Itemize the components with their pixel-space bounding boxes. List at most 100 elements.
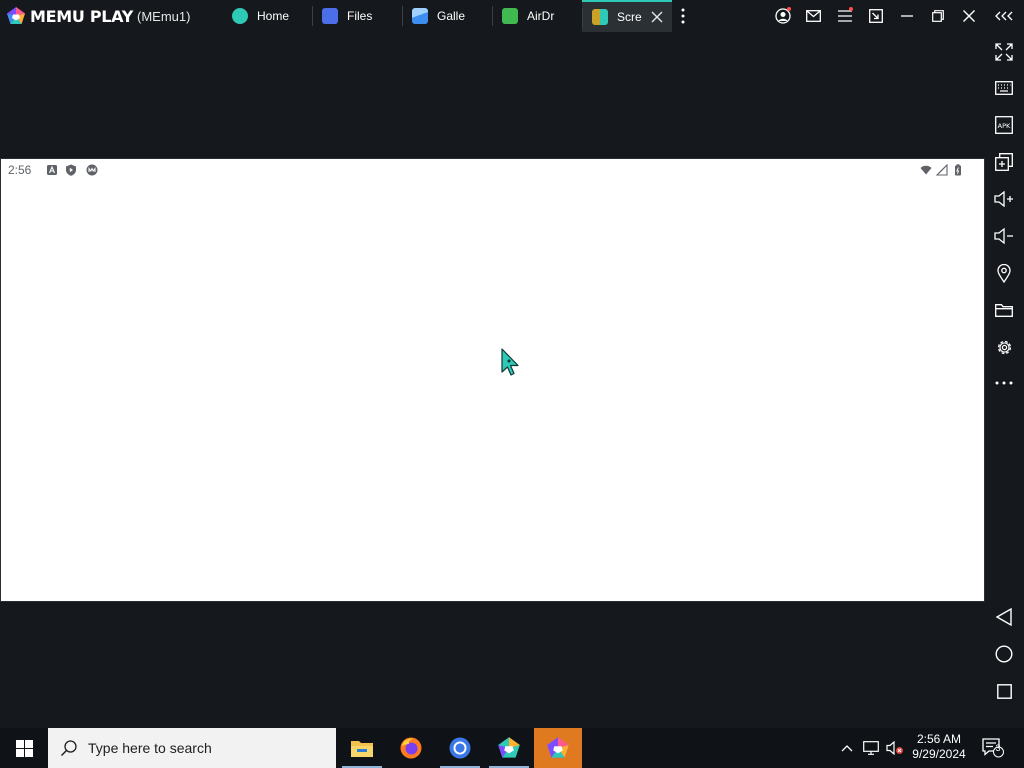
memu-logo-icon bbox=[7, 7, 25, 24]
android-back-button[interactable] bbox=[992, 605, 1016, 629]
menu-button[interactable] bbox=[829, 0, 860, 32]
tab-label: Home bbox=[257, 9, 290, 23]
tab-airdroid[interactable]: AirDr bbox=[492, 0, 582, 32]
add-window-icon bbox=[995, 153, 1013, 171]
show-hidden-icons-button[interactable] bbox=[838, 728, 856, 768]
android-recents-button[interactable] bbox=[992, 679, 1016, 703]
svg-text:APK: APK bbox=[998, 122, 1011, 130]
status-time: 2:56 bbox=[8, 163, 32, 177]
taskbar-clock[interactable]: 2:56 AM 9/29/2024 bbox=[900, 728, 978, 768]
taskbar-file-explorer[interactable] bbox=[338, 728, 386, 768]
network-icon bbox=[863, 741, 879, 755]
close-window-button[interactable] bbox=[953, 0, 984, 32]
keyboard-icon bbox=[995, 81, 1013, 95]
files-app-icon bbox=[322, 8, 338, 24]
restore-button[interactable] bbox=[922, 0, 953, 32]
mail-icon bbox=[806, 10, 821, 22]
menu-badge bbox=[849, 7, 853, 11]
taskbar-memu-play[interactable] bbox=[534, 728, 582, 768]
volume-down-button[interactable] bbox=[992, 224, 1016, 248]
close-icon bbox=[962, 10, 975, 22]
tab-label: Files bbox=[347, 9, 373, 23]
memu-play-icon bbox=[547, 737, 569, 758]
android-screen[interactable]: 2:56 bbox=[0, 158, 985, 602]
install-apk-button[interactable]: APK bbox=[992, 113, 1016, 137]
minimize-button[interactable] bbox=[891, 0, 922, 32]
taskbar-chrome[interactable] bbox=[436, 728, 484, 768]
recents-square-icon bbox=[996, 683, 1012, 699]
search-icon bbox=[60, 740, 77, 757]
window-controls bbox=[767, 0, 1024, 32]
location-pin-icon bbox=[997, 263, 1011, 283]
gear-icon bbox=[997, 340, 1011, 354]
shared-folder-button[interactable] bbox=[992, 298, 1016, 322]
battery-icon bbox=[955, 164, 961, 176]
volume-up-button[interactable] bbox=[992, 187, 1016, 211]
mail-button[interactable] bbox=[798, 0, 829, 32]
tab-gallery[interactable]: Galle bbox=[402, 0, 492, 32]
more-vertical-icon bbox=[681, 8, 685, 24]
multi-window-button[interactable] bbox=[860, 0, 891, 32]
chevron-up-icon bbox=[841, 745, 853, 752]
emulator-toolbar: APK bbox=[984, 32, 1024, 728]
start-button[interactable] bbox=[0, 728, 48, 768]
settings-button[interactable] bbox=[992, 335, 1016, 359]
tab-home[interactable]: Home bbox=[222, 0, 312, 32]
search-placeholder: Type here to search bbox=[88, 740, 212, 756]
tab-screen[interactable]: Scre bbox=[582, 0, 672, 32]
cursor-icon bbox=[501, 348, 519, 376]
home-circle-icon bbox=[995, 645, 1013, 663]
memu-multi-instance-icon bbox=[498, 737, 520, 758]
android-home-button[interactable] bbox=[992, 642, 1016, 666]
a-notification-icon bbox=[47, 165, 57, 175]
close-tab-icon[interactable] bbox=[650, 10, 664, 24]
taskbar-search[interactable]: Type here to search bbox=[48, 728, 336, 768]
location-button[interactable] bbox=[992, 261, 1016, 285]
folder-icon bbox=[995, 303, 1013, 317]
expand-icon bbox=[995, 43, 1013, 61]
tab-label: AirDr bbox=[527, 9, 555, 23]
home-app-icon bbox=[232, 8, 248, 24]
shield-play-icon bbox=[66, 164, 76, 176]
picture-in-picture-icon bbox=[868, 9, 883, 23]
memu-status-icon bbox=[86, 164, 98, 176]
tab-label: Scre bbox=[617, 10, 642, 24]
multi-instance-button[interactable] bbox=[992, 150, 1016, 174]
fullscreen-button[interactable] bbox=[992, 40, 1016, 64]
volume-up-icon bbox=[994, 191, 1013, 207]
screen-app-icon bbox=[592, 9, 608, 25]
back-triangle-icon bbox=[996, 608, 1012, 626]
windows-logo-icon bbox=[15, 739, 33, 757]
instance-name: (MEmu1) bbox=[137, 8, 191, 24]
tab-menu-button[interactable] bbox=[672, 0, 694, 32]
more-options-button[interactable] bbox=[992, 371, 1016, 395]
clock-time: 2:56 AM bbox=[916, 732, 962, 746]
tab-strip: Home Files Galle AirDr Scre bbox=[222, 0, 694, 32]
account-button[interactable] bbox=[767, 0, 798, 32]
action-center-button[interactable]: 3 bbox=[980, 728, 1006, 768]
more-horizontal-icon bbox=[995, 381, 1013, 385]
account-badge bbox=[787, 7, 791, 11]
keyboard-button[interactable] bbox=[992, 76, 1016, 100]
chrome-icon bbox=[449, 737, 471, 759]
restore-icon bbox=[931, 10, 944, 22]
minimize-icon bbox=[900, 15, 913, 17]
app-name: MEMU PLAY bbox=[30, 6, 133, 26]
collapse-sidebar-button[interactable] bbox=[984, 0, 1024, 32]
clock-date: 9/29/2024 bbox=[912, 747, 966, 761]
tab-label: Galle bbox=[437, 9, 466, 23]
notification-count: 3 bbox=[995, 743, 1001, 753]
tab-files[interactable]: Files bbox=[312, 0, 402, 32]
chevrons-left-icon bbox=[995, 11, 1013, 21]
taskbar-firefox[interactable] bbox=[387, 728, 435, 768]
memu-brand: MEMU PLAY (MEmu1) bbox=[0, 0, 222, 32]
airdroid-app-icon bbox=[502, 8, 518, 24]
volume-down-icon bbox=[994, 228, 1013, 244]
hamburger-icon bbox=[837, 10, 852, 22]
android-status-bar: 2:56 bbox=[1, 159, 984, 181]
taskbar-memu-multi[interactable] bbox=[485, 728, 533, 768]
signal-icon bbox=[936, 164, 948, 176]
apk-icon: APK bbox=[995, 116, 1013, 134]
network-button[interactable] bbox=[860, 728, 882, 768]
firefox-icon bbox=[400, 737, 422, 759]
